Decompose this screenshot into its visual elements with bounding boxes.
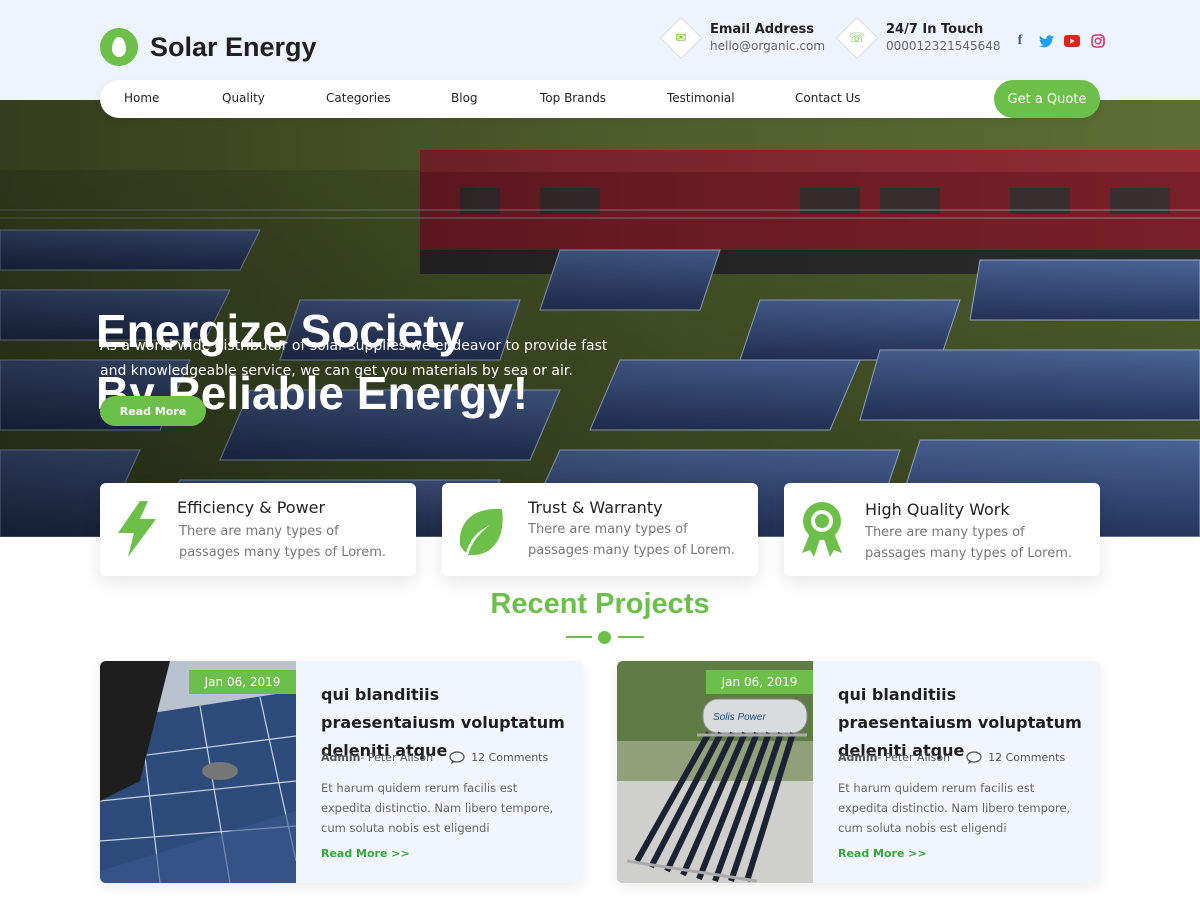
comments-icon: [966, 751, 982, 764]
feature-title: High Quality Work: [865, 500, 1010, 519]
project-description: Et harum quidem rerum facilis est expedi…: [838, 781, 1071, 835]
contact-email: ✉ Email Address hello@organic.com: [659, 16, 826, 59]
hero-read-more-button[interactable]: Read More: [100, 396, 206, 426]
feature-card-trust: Trust & Warranty There are many types of…: [442, 483, 758, 576]
nav-blog[interactable]: Blog: [451, 91, 478, 105]
solar-panel-installation-photo: [100, 661, 296, 883]
section-divider: [566, 631, 644, 644]
date-badge: Jan 06, 2019: [189, 670, 296, 694]
project-card[interactable]: Solis Power Jan 06, 2019 qui blanditiis …: [617, 661, 1100, 883]
twitter-icon[interactable]: [1038, 34, 1054, 48]
youtube-icon[interactable]: [1064, 34, 1080, 48]
contact-phone: ☏ 24/7 In Touch 000012321545648: [835, 16, 1001, 59]
award-ribbon-icon: [802, 502, 842, 557]
feature-description: There are many types of passages many ty…: [528, 522, 736, 558]
facebook-icon[interactable]: f: [1012, 33, 1028, 48]
author-rest: - Peter Alison: [360, 751, 434, 764]
section-title-recent-projects: Recent Projects: [490, 588, 710, 620]
mail-icon: ✉: [659, 16, 703, 59]
logo-drop-icon: [100, 28, 138, 66]
feature-title: Efficiency & Power: [177, 498, 326, 517]
nav-home[interactable]: Home: [124, 91, 159, 105]
nav-top-brands[interactable]: Top Brands: [540, 91, 606, 105]
comments-link[interactable]: 12 Comments: [449, 751, 548, 764]
project-card[interactable]: Jan 06, 2019 qui blanditiis praesentaius…: [100, 661, 583, 883]
leaf-icon: [459, 508, 503, 556]
feature-description: There are many types of passages many ty…: [179, 524, 387, 560]
project-description: Et harum quidem rerum facilis est expedi…: [321, 781, 554, 835]
site-logo[interactable]: Solar Energy: [100, 28, 317, 66]
solar-water-heater-photo: Solis Power: [617, 661, 813, 883]
phone-icon: ☏: [835, 16, 879, 59]
project-meta: Admin - Peter Alison 12 Comments: [321, 751, 548, 764]
lightning-icon: [118, 501, 156, 557]
feature-title: Trust & Warranty: [528, 498, 663, 517]
nav-categories[interactable]: Categories: [326, 91, 391, 105]
contact-email-value: hello@organic.com: [710, 39, 826, 53]
feature-description: There are many types of passages many ty…: [865, 525, 1073, 561]
feature-card-efficiency: Efficiency & Power There are many types …: [100, 483, 416, 576]
project-read-more-link[interactable]: Read More >>: [838, 847, 927, 860]
comments-icon: [449, 751, 465, 764]
project-read-more-link[interactable]: Read More >>: [321, 847, 410, 860]
nav-testimonial[interactable]: Testimonial: [667, 91, 735, 105]
date-badge: Jan 06, 2019: [706, 670, 813, 694]
brand-name: Solar Energy: [150, 31, 317, 62]
author-name[interactable]: Admin: [838, 751, 877, 764]
nav-quality[interactable]: Quality: [222, 91, 265, 105]
hero-description: As a world wide distributor of solar sup…: [100, 338, 608, 379]
get-quote-button[interactable]: Get a Quote: [994, 80, 1100, 118]
contact-email-label: Email Address: [710, 22, 815, 37]
feature-card-quality: High Quality Work There are many types o…: [784, 483, 1100, 576]
project-meta: Admin - Peter Alison 12 Comments: [838, 751, 1065, 764]
comments-link[interactable]: 12 Comments: [966, 751, 1065, 764]
main-nav: Home Quality Categories Blog Top Brands …: [100, 80, 1100, 118]
drop-icon: [598, 631, 611, 644]
image-brand-text: Solis Power: [713, 712, 766, 723]
nav-contact-us[interactable]: Contact Us: [795, 91, 861, 105]
contact-phone-value: 000012321545648: [886, 39, 1001, 53]
social-links: f: [1012, 33, 1106, 48]
instagram-icon[interactable]: [1090, 34, 1106, 48]
comments-count: 12 Comments: [471, 751, 549, 764]
author-rest: - Peter Alison: [877, 751, 951, 764]
author-name[interactable]: Admin: [321, 751, 360, 764]
comments-count: 12 Comments: [988, 751, 1066, 764]
hero-banner: Energize Society By Reliable Energy!: [0, 100, 1200, 537]
contact-phone-label: 24/7 In Touch: [886, 22, 984, 37]
